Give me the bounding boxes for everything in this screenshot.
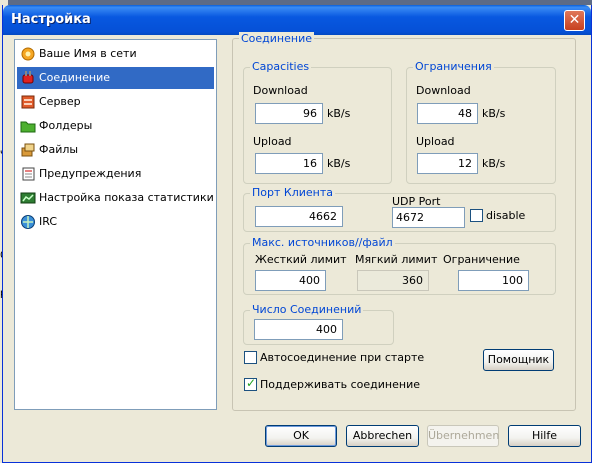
tree-item-label: Предупреждения (39, 167, 142, 180)
help-button[interactable]: Hilfe (508, 425, 581, 447)
capacities-download-unit: kB/s (327, 107, 351, 120)
tree-item-label: Сервер (39, 95, 81, 108)
capacities-upload-unit: kB/s (327, 157, 351, 170)
connection-panel: Соединение Capacities Download 96 kB/s U… (232, 32, 576, 411)
sun-gear-icon (21, 47, 35, 61)
settings-tree[interactable]: Ваше Имя в сети Соединение Сервер Фолдер… (14, 39, 217, 410)
irc-icon (21, 215, 35, 229)
wizard-button[interactable]: Помощник (483, 349, 554, 371)
soft-limit-label: Мягкий лимит (355, 253, 438, 266)
close-button[interactable]: ✕ (564, 10, 585, 31)
limits-download-input[interactable]: 48 (417, 103, 478, 124)
connections-group: Число Соединений 400 (243, 303, 394, 345)
connections-title: Число Соединений (250, 303, 364, 316)
tree-item-irc[interactable]: IRC (17, 211, 214, 233)
plug-icon (22, 71, 34, 84)
cancel-button[interactable]: Abbrechen (346, 425, 419, 447)
keepalive-checkbox[interactable] (244, 376, 257, 391)
ok-button[interactable]: OK (265, 425, 337, 447)
limits-upload-input[interactable]: 12 (417, 153, 478, 174)
notebook-icon (22, 167, 35, 181)
chart-icon (20, 192, 36, 204)
tree-item-notifications[interactable]: Предупреждения (17, 163, 214, 185)
udp-port-input[interactable]: 4672 (392, 207, 465, 228)
capacities-title: Capacities (250, 60, 312, 73)
tree-item-nickname[interactable]: Ваше Имя в сети (17, 43, 214, 65)
apply-button[interactable]: Übernehmen (427, 425, 499, 447)
limits-title: Ограничения (413, 60, 494, 73)
limits-upload-label: Upload (416, 135, 455, 148)
panel-title: Соединение (239, 32, 315, 45)
capacities-upload-label: Upload (253, 135, 292, 148)
udp-disable-checkbox[interactable] (470, 209, 483, 222)
max-sources-title: Макс. источников//файл (250, 236, 395, 249)
tree-item-label: Настройка показа статистики (39, 191, 214, 204)
max-sources-group: Макс. источников//файл Жесткий лимит 400… (243, 236, 556, 295)
tree-item-connection[interactable]: Соединение (17, 67, 214, 89)
tree-item-label: IRC (39, 215, 58, 228)
tree-item-folders[interactable]: Фолдеры (17, 115, 214, 137)
tree-item-server[interactable]: Сервер (17, 91, 214, 113)
limits-download-label: Download (416, 84, 471, 97)
tree-item-label: Соединение (39, 71, 111, 84)
tree-item-files[interactable]: Файлы (17, 139, 214, 161)
tree-item-label: Файлы (39, 143, 79, 156)
capacities-download-input[interactable]: 96 (255, 103, 323, 124)
limit-input[interactable]: 100 (458, 270, 529, 291)
capacities-upload-input[interactable]: 16 (255, 153, 323, 174)
limits-upload-unit: kB/s (482, 157, 506, 170)
close-icon: ✕ (568, 12, 581, 28)
autoconnect-checkbox[interactable] (244, 351, 257, 364)
limit-label: Ограничение (443, 253, 520, 266)
window-title: Настройка (11, 12, 91, 27)
limits-group: Ограничения Download 48 kB/s Upload 12 k… (406, 60, 556, 184)
tcp-port-input[interactable]: 4662 (255, 206, 343, 227)
autoconnect-label: Автосоединение при старте (260, 351, 425, 364)
server-icon (21, 95, 35, 109)
connections-input[interactable]: 400 (254, 319, 343, 340)
keepalive-label: Поддерживать соединение (260, 378, 420, 391)
client-port-title: Порт Клиента (250, 186, 335, 199)
soft-limit-input: 360 (357, 270, 429, 291)
hard-limit-input[interactable]: 400 (255, 270, 326, 291)
folder-icon (20, 121, 36, 133)
client-port-group: Порт Клиента 4662 UDP Port 4672 disable (243, 186, 556, 232)
udp-disable-label: disable (486, 209, 526, 222)
title-bar[interactable]: Настройка ✕ (3, 5, 591, 35)
hard-limit-label: Жесткий лимит (255, 253, 347, 266)
tree-item-statistics[interactable]: Настройка показа статистики (17, 187, 214, 209)
capacities-group: Capacities Download 96 kB/s Upload 16 kB… (243, 60, 392, 184)
limits-download-unit: kB/s (482, 107, 506, 120)
tree-item-label: Ваше Имя в сети (39, 47, 137, 60)
tree-item-label: Фолдеры (39, 119, 93, 132)
capacities-download-label: Download (253, 84, 308, 97)
files-icon (21, 143, 35, 157)
